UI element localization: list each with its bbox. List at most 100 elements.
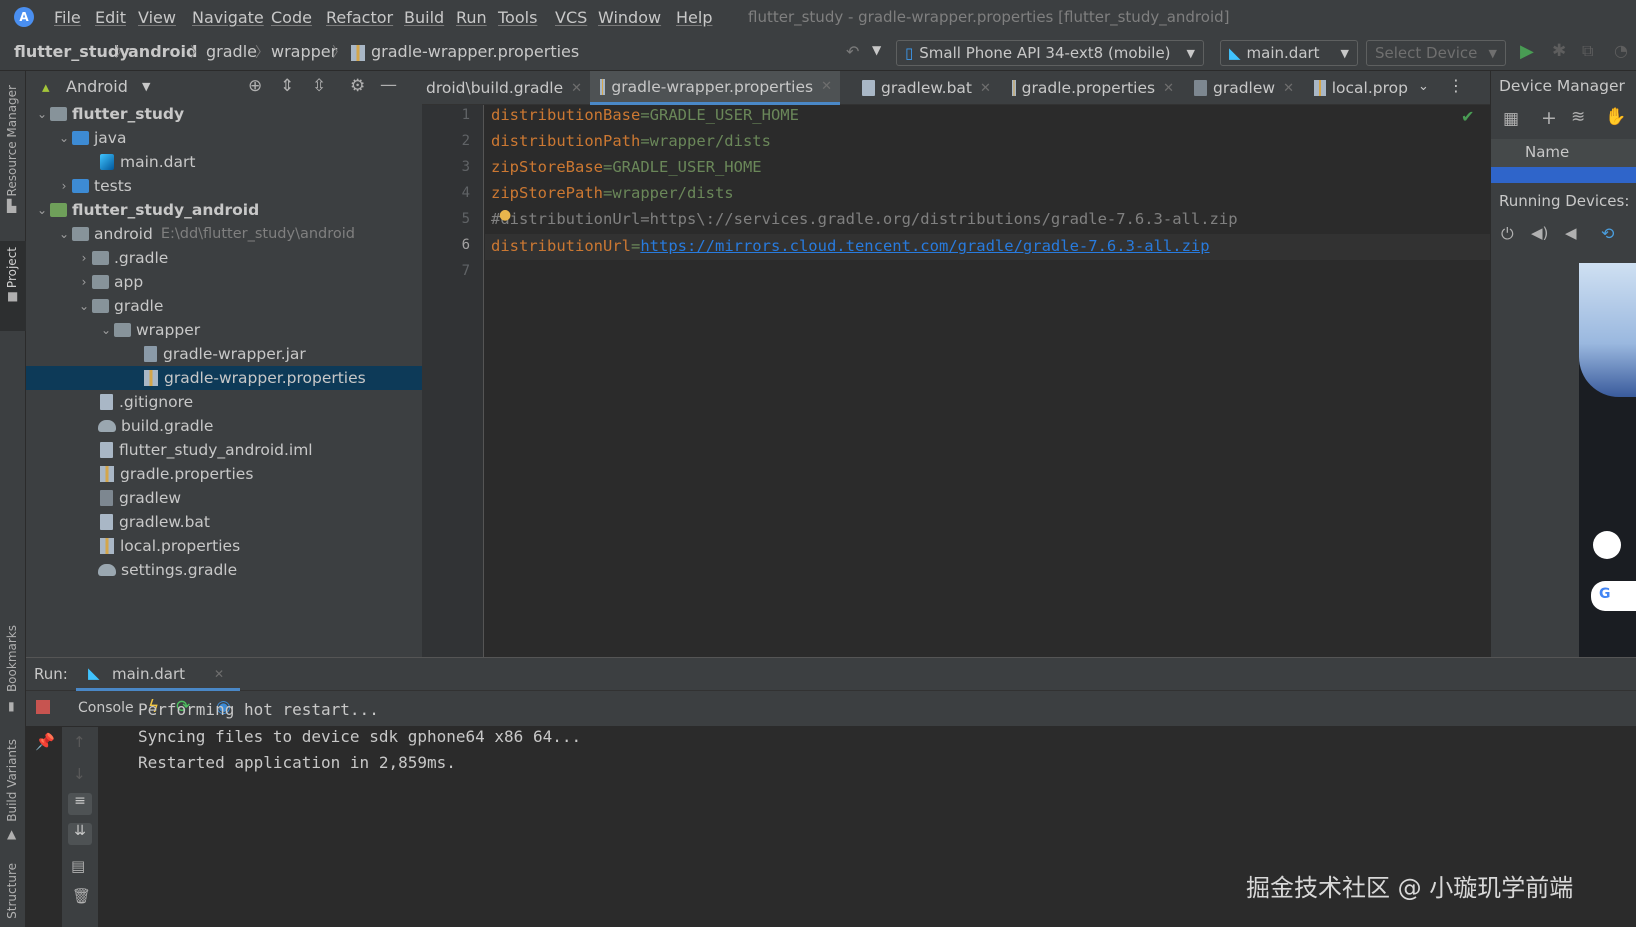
close-icon[interactable]: ✕ xyxy=(214,667,224,681)
project-view-selector[interactable]: Android xyxy=(66,77,128,96)
close-icon[interactable]: ✕ xyxy=(821,79,832,94)
trash-icon[interactable]: 🗑 xyxy=(72,887,91,905)
chevron-down-icon[interactable]: ▼ xyxy=(142,80,150,93)
add-device-icon[interactable]: + xyxy=(1541,107,1557,129)
chevron-down-icon[interactable]: ⌄ xyxy=(1418,79,1429,94)
run-icon[interactable]: ▶ xyxy=(1520,41,1534,62)
down-arrow-icon[interactable]: ↓ xyxy=(73,765,86,783)
tree-item-main-dart[interactable]: main.dart xyxy=(26,150,422,174)
tab-gradlew-bat[interactable]: gradlew.bat ✕ xyxy=(852,71,1000,105)
menu-help[interactable]: Help xyxy=(676,8,712,27)
locate-file-icon[interactable]: ⊕ xyxy=(248,76,262,96)
code-editor[interactable]: distributionBase=GRADLE_USER_HOME distri… xyxy=(485,105,1490,657)
console-tab[interactable]: Console xyxy=(78,700,134,716)
lightbulb-icon[interactable]: ● xyxy=(499,207,511,223)
collapse-all-icon[interactable]: ⇳ xyxy=(312,76,326,96)
emulator-screen[interactable]: G xyxy=(1579,263,1636,657)
menu-file[interactable]: File xyxy=(54,8,81,27)
tree-item-flutter-study-android[interactable]: ⌄ flutter_study_android xyxy=(26,198,422,222)
soft-wrap-icon[interactable]: ≡ xyxy=(68,793,92,815)
tab-gradle-properties[interactable]: gradle.properties ✕ xyxy=(1002,71,1182,105)
chevron-right-icon[interactable]: › xyxy=(76,251,92,265)
run-tab-main-dart[interactable]: ◣ main.dart ✕ xyxy=(76,658,240,691)
menu-refactor[interactable]: Refactor xyxy=(326,8,393,27)
tree-item-dot-gradle[interactable]: › .gradle xyxy=(26,246,422,270)
chevron-down-icon[interactable]: ⌄ xyxy=(56,227,72,241)
stop-icon[interactable] xyxy=(36,700,50,714)
power-icon[interactable]: ⏻ xyxy=(1501,224,1514,244)
attach-debugger-icon[interactable]: ⧉ xyxy=(1582,41,1593,61)
close-icon[interactable]: ✕ xyxy=(571,81,582,96)
chevron-down-icon[interactable]: ⌄ xyxy=(56,131,72,145)
chevron-down-icon[interactable]: ⌄ xyxy=(34,203,50,217)
tab-gradle-wrapper-properties[interactable]: gradle-wrapper.properties ✕ xyxy=(590,71,840,105)
chevron-down-icon[interactable]: ⌄ xyxy=(34,107,50,121)
project-tab[interactable]: Project xyxy=(5,247,19,288)
menu-edit[interactable]: Edit xyxy=(95,8,126,27)
volume-down-icon[interactable]: ◀ xyxy=(1565,224,1577,242)
hide-panel-icon[interactable]: — xyxy=(380,75,397,95)
pin-icon[interactable]: 📌 xyxy=(35,732,55,751)
chevron-right-icon[interactable]: › xyxy=(56,179,72,193)
breadcrumb-wrapper[interactable]: wrapper xyxy=(271,42,337,61)
menu-run[interactable]: Run xyxy=(456,8,487,27)
build-variants-tab[interactable]: Build Variants xyxy=(5,739,19,822)
close-icon[interactable]: ✕ xyxy=(1163,81,1174,96)
select-device-dropdown[interactable]: Select Device ▼ xyxy=(1366,40,1506,66)
menu-code[interactable]: Code xyxy=(271,8,312,27)
rotate-icon[interactable]: ⟲ xyxy=(1601,224,1614,243)
chevron-down-icon[interactable]: ⌄ xyxy=(98,323,114,337)
tree-item-gradle-wrapper-jar[interactable]: gradle-wrapper.jar xyxy=(26,342,422,366)
menu-navigate[interactable]: Navigate xyxy=(192,8,264,27)
tree-item-gradle-properties[interactable]: gradle.properties xyxy=(26,462,422,486)
name-column-header[interactable]: Name xyxy=(1525,143,1569,161)
google-search-bar[interactable]: G xyxy=(1591,581,1636,611)
chevron-down-icon[interactable]: ⌄ xyxy=(76,299,92,313)
tree-item-wrapper[interactable]: ⌄ wrapper xyxy=(26,318,422,342)
close-icon[interactable]: ✕ xyxy=(1283,81,1294,96)
distribution-url-link[interactable]: https://mirrors.cloud.tencent.com/gradle… xyxy=(640,237,1209,255)
back-arrow-icon[interactable]: ↶ xyxy=(846,42,859,61)
tab-build-gradle[interactable]: droid\build.gradle ✕ xyxy=(422,71,588,105)
structure-tab[interactable]: Structure xyxy=(5,863,19,919)
android-studio-logo-icon[interactable]: A xyxy=(14,7,34,27)
gear-icon[interactable]: ⚙ xyxy=(350,76,365,96)
profile-icon[interactable]: ◔ xyxy=(1614,41,1628,60)
breadcrumb-project[interactable]: flutter_study xyxy=(14,42,130,61)
pair-device-icon[interactable]: ✋ xyxy=(1605,107,1626,127)
breadcrumb-file[interactable]: gradle-wrapper.properties xyxy=(371,42,579,61)
tree-item-iml[interactable]: flutter_study_android.iml xyxy=(26,438,422,462)
device-grid-icon[interactable]: ▦ xyxy=(1503,109,1519,129)
debug-icon[interactable]: ✱ xyxy=(1552,41,1566,61)
tab-gradlew[interactable]: gradlew ✕ xyxy=(1184,71,1302,105)
menu-build[interactable]: Build xyxy=(404,8,444,27)
tree-item-build-gradle[interactable]: build.gradle xyxy=(26,414,422,438)
breadcrumb-android[interactable]: android xyxy=(128,42,197,61)
menu-window[interactable]: Window xyxy=(598,8,661,27)
tree-item-local-properties[interactable]: local.properties xyxy=(26,534,422,558)
tree-item-tests[interactable]: › tests xyxy=(26,174,422,198)
tree-item-app[interactable]: › app xyxy=(26,270,422,294)
menu-vcs[interactable]: VCS xyxy=(555,8,587,27)
menu-tools[interactable]: Tools xyxy=(498,8,537,27)
wifi-icon[interactable]: ≋ xyxy=(1571,107,1585,127)
scroll-to-end-icon[interactable]: ⇊ xyxy=(68,823,92,845)
tree-item-android[interactable]: ⌄ android E:\dd\flutter_study\android xyxy=(26,222,422,246)
breadcrumb-gradle[interactable]: gradle xyxy=(206,42,257,61)
print-icon[interactable]: ▤ xyxy=(71,857,85,875)
tree-item-settings-gradle[interactable]: settings.gradle xyxy=(26,558,422,582)
tree-item-gradlew[interactable]: gradlew xyxy=(26,486,422,510)
run-config-dropdown[interactable]: ◣ main.dart ▼ xyxy=(1220,40,1358,66)
tree-item-flutter-study[interactable]: ⌄ flutter_study xyxy=(26,102,422,126)
phone-app-icon[interactable] xyxy=(1593,531,1621,559)
close-icon[interactable]: ✕ xyxy=(980,81,991,96)
bookmarks-tab[interactable]: Bookmarks xyxy=(5,625,19,692)
tree-item-gitignore[interactable]: .gitignore xyxy=(26,390,422,414)
tree-item-gradlew-bat[interactable]: gradlew.bat xyxy=(26,510,422,534)
device-list-row-selected[interactable] xyxy=(1491,167,1636,183)
more-options-icon[interactable]: ⋮ xyxy=(1448,76,1464,95)
chevron-down-icon[interactable]: ▼ xyxy=(872,43,881,57)
menu-view[interactable]: View xyxy=(138,8,176,27)
device-config-dropdown[interactable]: ▯ Small Phone API 34-ext8 (mobile) ▼ xyxy=(896,40,1204,66)
chevron-right-icon[interactable]: › xyxy=(76,275,92,289)
